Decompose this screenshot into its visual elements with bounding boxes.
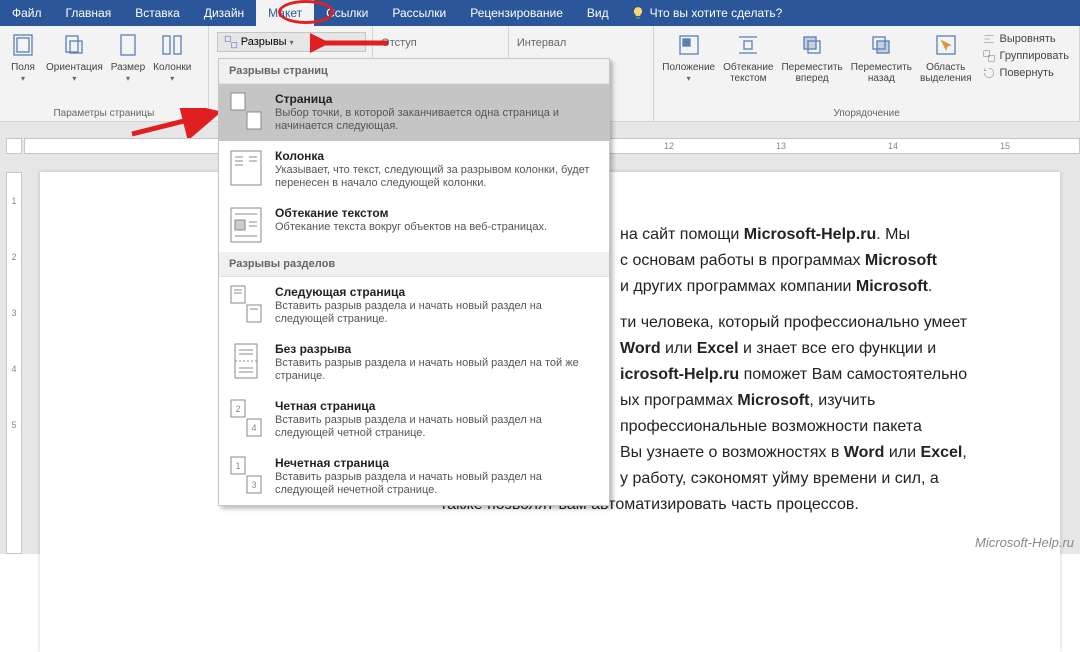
arrange-extra: Выровнять Группировать Повернуть	[976, 28, 1076, 107]
ruler-corner	[6, 138, 22, 154]
group-button[interactable]: Группировать	[982, 49, 1070, 63]
svg-text:3: 3	[251, 480, 256, 490]
tab-layout[interactable]: Макет	[256, 0, 314, 26]
break-textwrap-icon	[229, 206, 263, 244]
svg-text:4: 4	[251, 423, 256, 433]
breaks-dropdown: Разрывы страниц СтраницаВыбор точки, в к…	[218, 58, 610, 506]
ribbon-tabs: Файл Главная Вставка Дизайн Макет Ссылки…	[0, 0, 1080, 26]
size-icon	[113, 30, 143, 60]
break-textwrap-item[interactable]: Обтекание текстомОбтекание текста вокруг…	[219, 198, 609, 252]
break-continuous-icon	[229, 342, 263, 380]
margins-icon	[8, 30, 38, 60]
position-icon	[674, 30, 704, 60]
break-page-icon	[229, 92, 263, 130]
wrap-text-button[interactable]: Обтекание текстом	[719, 28, 777, 107]
break-column-item[interactable]: КолонкаУказывает, что текст, следующий з…	[219, 141, 609, 198]
break-evenpage-icon: 24	[229, 399, 263, 437]
tab-view[interactable]: Вид	[575, 0, 621, 26]
send-backward-icon	[866, 30, 896, 60]
break-oddpage-item[interactable]: 13 Нечетная страницаВставить разрыв разд…	[219, 448, 609, 505]
breaks-button[interactable]: Разрывы▾	[217, 32, 366, 52]
position-button[interactable]: Положение▾	[658, 28, 719, 107]
selection-pane-icon	[931, 30, 961, 60]
send-backward-button[interactable]: Переместить назад	[847, 28, 916, 107]
section-breaks-header: Разрывы разделов	[219, 252, 609, 277]
svg-text:1: 1	[235, 461, 240, 471]
lightbulb-icon	[631, 6, 645, 20]
indent-label: Отступ	[381, 37, 429, 49]
break-nextpage-item[interactable]: Следующая страницаВставить разрыв раздел…	[219, 277, 609, 334]
tab-mailings[interactable]: Рассылки	[380, 0, 458, 26]
margins-button[interactable]: Поля▾	[4, 28, 42, 107]
tab-home[interactable]: Главная	[54, 0, 124, 26]
break-oddpage-icon: 13	[229, 456, 263, 494]
spacing-label: Интервал	[517, 37, 565, 49]
break-column-icon	[229, 149, 263, 187]
bring-forward-button[interactable]: Переместить вперед	[777, 28, 846, 107]
rotate-button[interactable]: Повернуть	[982, 66, 1070, 80]
break-page-item[interactable]: СтраницаВыбор точки, в которой заканчива…	[219, 84, 609, 141]
page-breaks-header: Разрывы страниц	[219, 59, 609, 84]
tab-file[interactable]: Файл	[0, 0, 54, 26]
tab-review[interactable]: Рецензирование	[458, 0, 575, 26]
columns-button[interactable]: Колонки▾	[149, 28, 195, 107]
tab-references[interactable]: Ссылки	[314, 0, 380, 26]
tab-insert[interactable]: Вставка	[123, 0, 192, 26]
align-button[interactable]: Выровнять	[982, 32, 1070, 46]
ruler-vertical[interactable]: 12345	[6, 172, 22, 554]
selection-pane-button[interactable]: Область выделения	[916, 28, 975, 107]
size-button[interactable]: Размер▾	[107, 28, 149, 107]
break-evenpage-item[interactable]: 24 Четная страницаВставить разрыв раздел…	[219, 391, 609, 448]
break-nextpage-icon	[229, 285, 263, 323]
arrange-group-label: Упорядочение	[658, 107, 1075, 121]
breaks-icon	[224, 35, 238, 49]
svg-text:2: 2	[235, 404, 240, 414]
columns-icon	[157, 30, 187, 60]
wrap-text-icon	[733, 30, 763, 60]
tab-design[interactable]: Дизайн	[192, 0, 256, 26]
break-continuous-item[interactable]: Без разрываВставить разрыв раздела и нач…	[219, 334, 609, 391]
orientation-button[interactable]: Ориентация▾	[42, 28, 107, 107]
tell-me[interactable]: Что вы хотите сделать?	[621, 0, 793, 26]
orientation-icon	[59, 30, 89, 60]
bring-forward-icon	[797, 30, 827, 60]
page-setup-group-label: Параметры страницы	[4, 107, 204, 121]
